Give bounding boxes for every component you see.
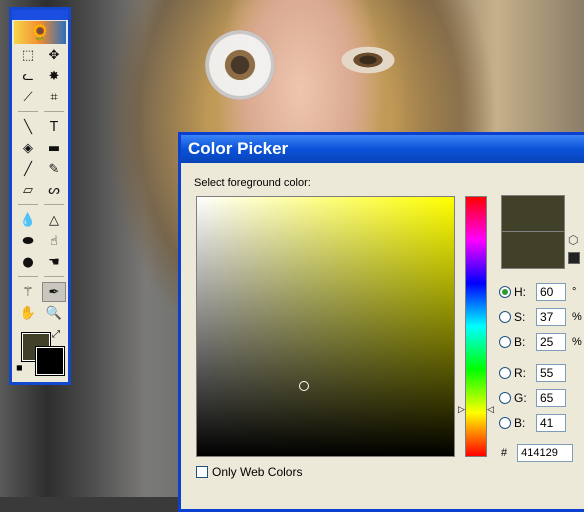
saturation-input[interactable]: 37 xyxy=(536,308,566,326)
tool-grid: ⬚ ✥ ᓚ ✸ ⟋ ⌗ ╲ T ◈ ▬ ╱ ✎ ▱ ᔕ 💧 △ ⬬ ☝ ● ☚ ⚚ ✒ ✋ 🔍 xyxy=(12,45,68,323)
green-input[interactable]: 65 xyxy=(536,389,566,407)
web-colors-option[interactable]: Only Web Colors xyxy=(196,465,302,479)
blue-radio[interactable] xyxy=(499,417,511,429)
brush-icon[interactable]: ╱ xyxy=(16,159,40,179)
prompt-text: Select foreground color: xyxy=(194,177,311,189)
type-icon[interactable]: T xyxy=(42,117,66,137)
brightness-radio[interactable] xyxy=(499,336,511,348)
swap-colors-icon[interactable]: ⤢ xyxy=(52,329,60,340)
web-colors-label: Only Web Colors xyxy=(212,465,303,479)
color-picker-dialog: Color Picker Select foreground color: ▷ … xyxy=(178,132,584,512)
hue-slider-left-arrow-icon[interactable]: ▷ xyxy=(458,405,465,415)
magic-wand-icon[interactable]: ✸ xyxy=(42,66,66,86)
move-icon[interactable]: ✥ xyxy=(42,45,66,65)
blue-label: B: xyxy=(514,416,526,430)
sharpen-icon[interactable]: △ xyxy=(42,210,66,230)
hue-radio[interactable] xyxy=(499,286,511,298)
red-label: R: xyxy=(514,366,526,380)
brightness-unit: % xyxy=(572,336,582,348)
current-color-swatch[interactable] xyxy=(501,231,565,269)
web-colors-checkbox[interactable] xyxy=(196,466,208,478)
hue-input[interactable]: 60 xyxy=(536,283,566,301)
saturation-unit: % xyxy=(572,311,582,323)
brightness-input[interactable]: 25 xyxy=(536,333,566,351)
gamut-cube-icon[interactable]: ⬡ xyxy=(568,233,578,247)
sponge-icon[interactable]: ⬬ xyxy=(16,231,40,251)
toolbox-separator xyxy=(18,276,38,281)
color-field-marker[interactable] xyxy=(299,381,309,391)
hex-input[interactable]: 414129 xyxy=(517,444,574,462)
photo-eye-left xyxy=(205,30,275,100)
green-label: G: xyxy=(514,391,527,405)
radio-selected-dot xyxy=(502,289,508,295)
background-color-swatch[interactable] xyxy=(35,346,65,376)
blue-input[interactable]: 41 xyxy=(536,414,566,432)
stamp-icon[interactable]: ⚚ xyxy=(16,282,40,302)
saturation-label: S: xyxy=(514,310,526,324)
eyedropper-icon[interactable]: ✒ xyxy=(42,282,66,302)
brightness-row: B: 25 % xyxy=(499,333,582,351)
web-safe-warning-icon[interactable] xyxy=(568,252,580,264)
lasso-icon[interactable]: ᓚ xyxy=(16,66,40,86)
toolbox-separator xyxy=(44,276,64,281)
red-input[interactable]: 55 xyxy=(536,364,566,382)
smudge-icon[interactable]: ☝ xyxy=(42,231,66,251)
history-brush-icon[interactable]: ᔕ xyxy=(42,180,66,200)
eraser-icon[interactable]: ▱ xyxy=(16,180,40,200)
hue-label: H: xyxy=(514,285,526,299)
hue-unit: ° xyxy=(572,286,577,298)
toolbox-separator xyxy=(18,204,38,209)
hue-row: H: 60 ° xyxy=(499,283,576,301)
pencil-icon[interactable]: ✎ xyxy=(42,159,66,179)
brightness-label: B: xyxy=(514,335,526,349)
paint-bucket-icon[interactable]: ◈ xyxy=(16,138,40,158)
hue-slider[interactable] xyxy=(465,196,487,457)
app-logo-icon[interactable]: 🌻 xyxy=(14,21,66,44)
zoom-icon[interactable]: 🔍 xyxy=(42,303,66,323)
burn-icon[interactable]: ☚ xyxy=(42,252,66,272)
hue-slider-right-arrow-icon[interactable]: ◁ xyxy=(487,405,494,415)
default-colors-icon[interactable]: ◼ xyxy=(16,363,23,372)
slice-icon[interactable]: ⟋ xyxy=(16,87,40,107)
toolbox-separator xyxy=(18,111,38,116)
toolbox-palette: 🌻 ⬚ ✥ ᓚ ✸ ⟋ ⌗ ╲ T ◈ ▬ ╱ ✎ ▱ ᔕ 💧 △ ⬬ ☝ ● ☚ ⚚ ✒ ✋ 🔍 ⤢ ◼ xyxy=(9,7,71,385)
dialog-title[interactable]: Color Picker xyxy=(181,135,584,163)
red-row: R: 55 xyxy=(499,364,566,382)
gradient-icon[interactable]: ▬ xyxy=(42,138,66,158)
color-field[interactable] xyxy=(196,196,455,457)
saturation-radio[interactable] xyxy=(499,311,511,323)
toolbox-separator xyxy=(44,111,64,116)
toolbox-separator xyxy=(44,204,64,209)
crop-icon[interactable]: ⌗ xyxy=(42,87,66,107)
saturation-row: S: 37 % xyxy=(499,308,582,326)
hex-row: # 414129 xyxy=(501,444,574,462)
hand-icon[interactable]: ✋ xyxy=(16,303,40,323)
blue-row: B: 41 xyxy=(499,414,566,432)
line-icon[interactable]: ╲ xyxy=(16,117,40,137)
dodge-icon[interactable]: ● xyxy=(16,252,40,272)
toolbox-titlebar[interactable] xyxy=(12,10,68,20)
red-radio[interactable] xyxy=(499,367,511,379)
hex-label: # xyxy=(501,447,508,459)
new-color-swatch xyxy=(501,195,565,232)
green-radio[interactable] xyxy=(499,392,511,404)
photo-eye-right xyxy=(338,45,398,75)
blur-icon[interactable]: 💧 xyxy=(16,210,40,230)
green-row: G: 65 xyxy=(499,389,566,407)
color-swatches: ⤢ ◼ xyxy=(16,329,65,376)
marquee-icon[interactable]: ⬚ xyxy=(16,45,40,65)
